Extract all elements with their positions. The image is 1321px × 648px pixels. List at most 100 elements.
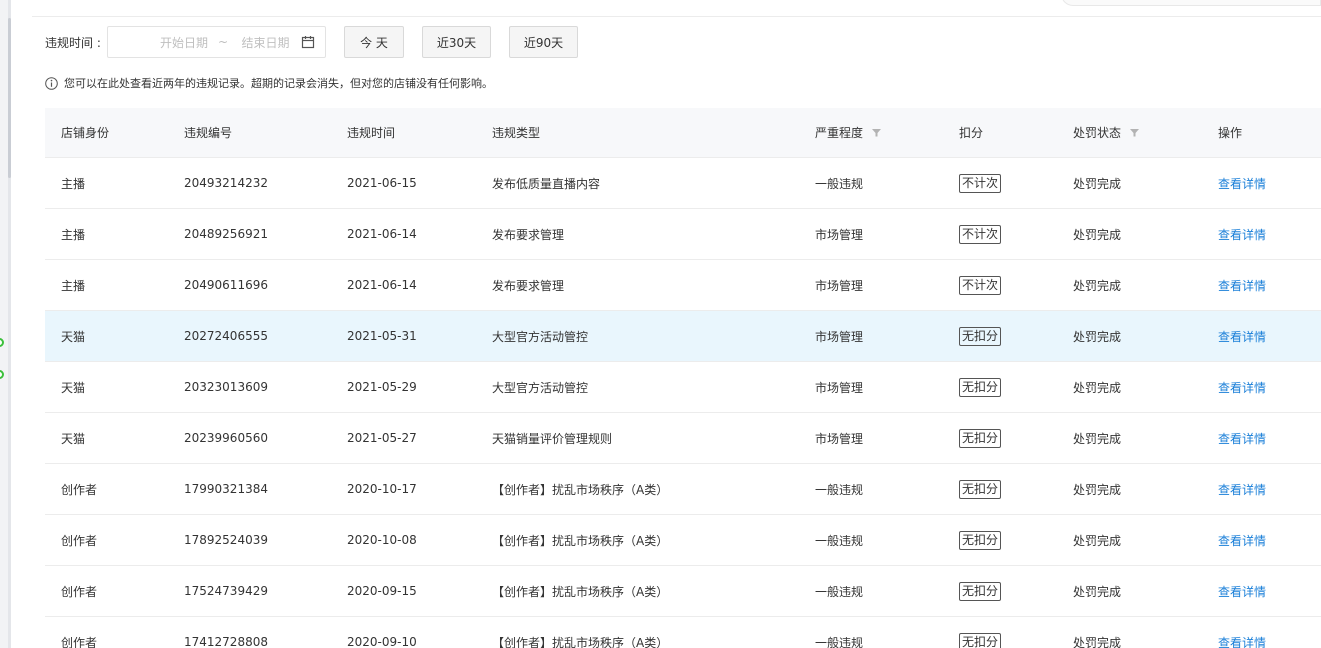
cell-time: 2020-10-08 [347,533,492,547]
cell-id: 20239960560 [184,431,347,445]
last-30-days-button[interactable]: 近30天 [422,26,491,58]
view-details-link[interactable]: 查看详情 [1218,279,1266,293]
cell-time-text: 2020-09-15 [347,584,417,598]
cell-type-text: 发布要求管理 [492,278,565,293]
cell-type: 【创作者】扰乱市场秩序（A类） [492,532,815,549]
cell-identity-text: 天猫 [61,329,86,344]
cell-deduction: 不计次 [959,275,1073,295]
view-details-link[interactable]: 查看详情 [1218,381,1266,395]
deduction-tag: 无扣分 [959,530,1002,550]
cell-id-text: 17990321384 [184,482,268,496]
view-details-link[interactable]: 查看详情 [1218,483,1266,497]
cell-id-text: 20490611696 [184,278,268,292]
header-time: 违规时间 [347,126,396,140]
cell-severity-text: 市场管理 [815,278,864,293]
cell-type-text: 【创作者】扰乱市场秩序（A类） [492,584,669,599]
header-id: 违规编号 [184,126,233,140]
cell-id: 17412728808 [184,635,347,648]
cell-status-text: 处罚完成 [1073,533,1122,548]
cell-type: 大型官方活动管控 [492,328,815,345]
cell-time-text: 2021-06-15 [347,176,417,190]
left-panel-edge [0,0,8,648]
cell-severity: 一般违规 [815,583,959,600]
start-date-input[interactable]: 开始日期 [108,34,216,51]
cell-deduction: 不计次 [959,224,1073,244]
date-range-picker[interactable]: 开始日期 ~ 结束日期 [107,26,326,58]
cell-deduction: 无扣分 [959,632,1073,648]
cell-severity: 市场管理 [815,277,959,294]
cell-time: 2020-10-17 [347,482,492,496]
view-details-link[interactable]: 查看详情 [1218,228,1266,242]
cell-type: 发布要求管理 [492,277,815,294]
table-row: 主播 20489256921 2021-06-14 发布要求管理 市场管理 不计次 处罚完成… [45,209,1321,260]
view-details-link[interactable]: 查看详情 [1218,636,1266,648]
cell-status-text: 处罚完成 [1073,584,1122,599]
deduction-tag: 无扣分 [959,428,1002,448]
cell-severity-text: 一般违规 [815,584,864,599]
view-details-link[interactable]: 查看详情 [1218,177,1266,191]
cell-identity-text: 创作者 [61,482,98,497]
filter-icon[interactable] [871,127,882,138]
cell-identity: 主播 [45,175,184,192]
cell-identity: 主播 [45,277,184,294]
cell-type-text: 【创作者】扰乱市场秩序（A类） [492,482,669,497]
cell-id: 20323013609 [184,380,347,394]
cell-severity-text: 市场管理 [815,227,864,242]
cell-time: 2021-06-14 [347,227,492,241]
cell-time-text: 2021-05-27 [347,431,417,445]
cell-status-text: 处罚完成 [1073,482,1122,497]
cell-type-text: 【创作者】扰乱市场秩序（A类） [492,635,669,648]
cell-deduction: 无扣分 [959,377,1073,397]
deduction-tag: 无扣分 [959,632,1002,648]
cell-type-text: 发布低质量直播内容 [492,176,601,191]
cell-severity: 一般违规 [815,532,959,549]
cell-type-text: 大型官方活动管控 [492,329,589,344]
cell-type-text: 发布要求管理 [492,227,565,242]
cell-action: 查看详情 [1218,532,1321,549]
cell-status: 处罚完成 [1073,430,1218,447]
last-90-days-button[interactable]: 近90天 [509,26,578,58]
cell-identity-text: 主播 [61,176,86,191]
cell-action: 查看详情 [1218,175,1321,192]
cell-action: 查看详情 [1218,481,1321,498]
table-header: 店铺身份 违规编号 违规时间 违规类型 严重程度 扣分 处罚状态 操作 [45,108,1321,158]
header-action: 操作 [1218,126,1243,140]
cell-id: 17524739429 [184,584,347,598]
cell-type-text: 大型官方活动管控 [492,380,589,395]
cell-identity-text: 创作者 [61,635,98,648]
view-details-link[interactable]: 查看详情 [1218,585,1266,599]
today-button[interactable]: 今 天 [344,26,404,58]
cell-status: 处罚完成 [1073,583,1218,600]
info-icon [45,76,58,90]
header-type: 违规类型 [492,126,541,140]
scrollbar-thumb[interactable] [8,18,11,178]
cell-severity: 一般违规 [815,481,959,498]
cell-time-text: 2021-06-14 [347,278,417,292]
header-deduction: 扣分 [959,126,984,140]
cell-deduction: 无扣分 [959,326,1073,346]
cell-severity-text: 市场管理 [815,431,864,446]
filter-icon[interactable] [1129,127,1140,138]
cell-time-text: 2021-05-31 [347,329,417,343]
cell-id-text: 17892524039 [184,533,268,547]
cell-id-text: 20493214232 [184,176,268,190]
cell-severity: 市场管理 [815,328,959,345]
cell-action: 查看详情 [1218,328,1321,345]
deduction-tag: 无扣分 [959,326,1002,346]
view-details-link[interactable]: 查看详情 [1218,432,1266,446]
cell-type: 发布低质量直播内容 [492,175,815,192]
cell-status-text: 处罚完成 [1073,329,1122,344]
end-date-input[interactable]: 结束日期 [230,34,301,51]
view-details-link[interactable]: 查看详情 [1218,534,1266,548]
cell-time: 2021-05-31 [347,329,492,343]
cell-time: 2021-05-29 [347,380,492,394]
cell-type: 天猫销量评价管理规则 [492,430,815,447]
cell-severity-text: 一般违规 [815,635,864,648]
cell-id: 20489256921 [184,227,347,241]
cell-time: 2021-05-27 [347,431,492,445]
cell-deduction: 无扣分 [959,581,1073,601]
cell-id-text: 20489256921 [184,227,268,241]
cell-status: 处罚完成 [1073,328,1218,345]
calendar-icon[interactable] [301,35,315,49]
view-details-link[interactable]: 查看详情 [1218,330,1266,344]
